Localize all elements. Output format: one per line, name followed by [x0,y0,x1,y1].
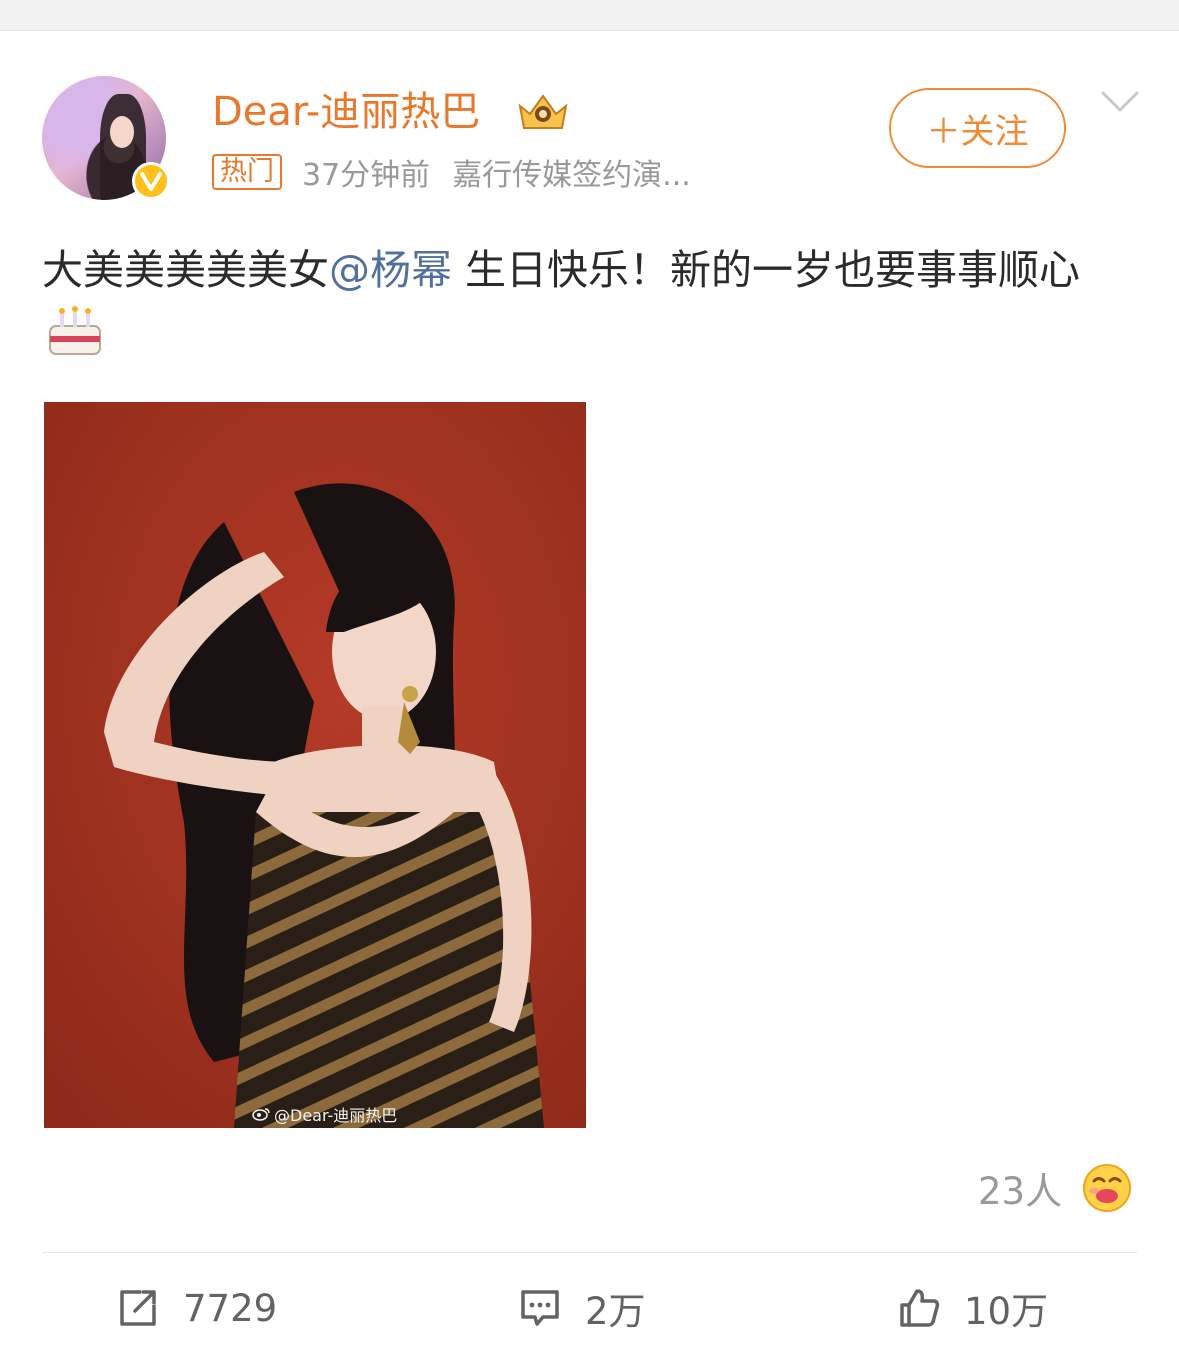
watermark-text: @Dear-迪丽热巴 [274,1106,398,1125]
post-photo[interactable]: @Dear-迪丽热巴 [44,402,586,1128]
photo-illustration [44,402,586,1128]
comment-icon [521,1290,559,1326]
chevron-down-icon[interactable] [1100,90,1140,114]
post-time: 37分钟前 [302,158,431,193]
photo-watermark: @Dear-迪丽热巴 [252,1102,397,1126]
author-name[interactable]: Dear-迪丽热巴 [212,88,480,136]
top-bar [0,0,1179,31]
crown-icon[interactable] [516,92,570,132]
hot-badge: 热门 [212,154,282,190]
mention-link[interactable]: @杨幂 [329,246,452,294]
repost-count: 7729 [183,1286,278,1330]
verified-icon [132,162,170,200]
reaction-summary[interactable]: 23人 [978,1160,1132,1216]
post-meta: 热门 37分钟前 嘉行传媒签约演... [212,152,691,193]
post-text-before: 大美美美美美女 [42,246,329,294]
reaction-count: 23人 [978,1170,1063,1213]
follow-button[interactable]: ＋关注 [889,88,1066,168]
action-divider [42,1252,1137,1253]
comment-button[interactable]: 2万 [519,1280,646,1336]
avatar-face [110,116,134,148]
like-count: 10万 [964,1290,1049,1333]
repost-button[interactable]: 7729 [117,1280,277,1336]
repost-icon [120,1290,156,1326]
like-button[interactable]: 10万 [898,1280,1048,1336]
cake-icon [49,306,101,355]
post-source: 嘉行传媒签约演... [452,158,691,193]
like-icon [900,1289,940,1327]
comment-count: 2万 [585,1290,646,1333]
weibo-logo-icon [252,1108,270,1121]
post-text: 大美美美美美女@杨幂 生日快乐！新的一岁也要事事顺心 [42,238,1142,366]
emoji-icon [1083,1164,1132,1212]
post-text-after: 生日快乐！新的一岁也要事事顺心 [452,246,1081,294]
